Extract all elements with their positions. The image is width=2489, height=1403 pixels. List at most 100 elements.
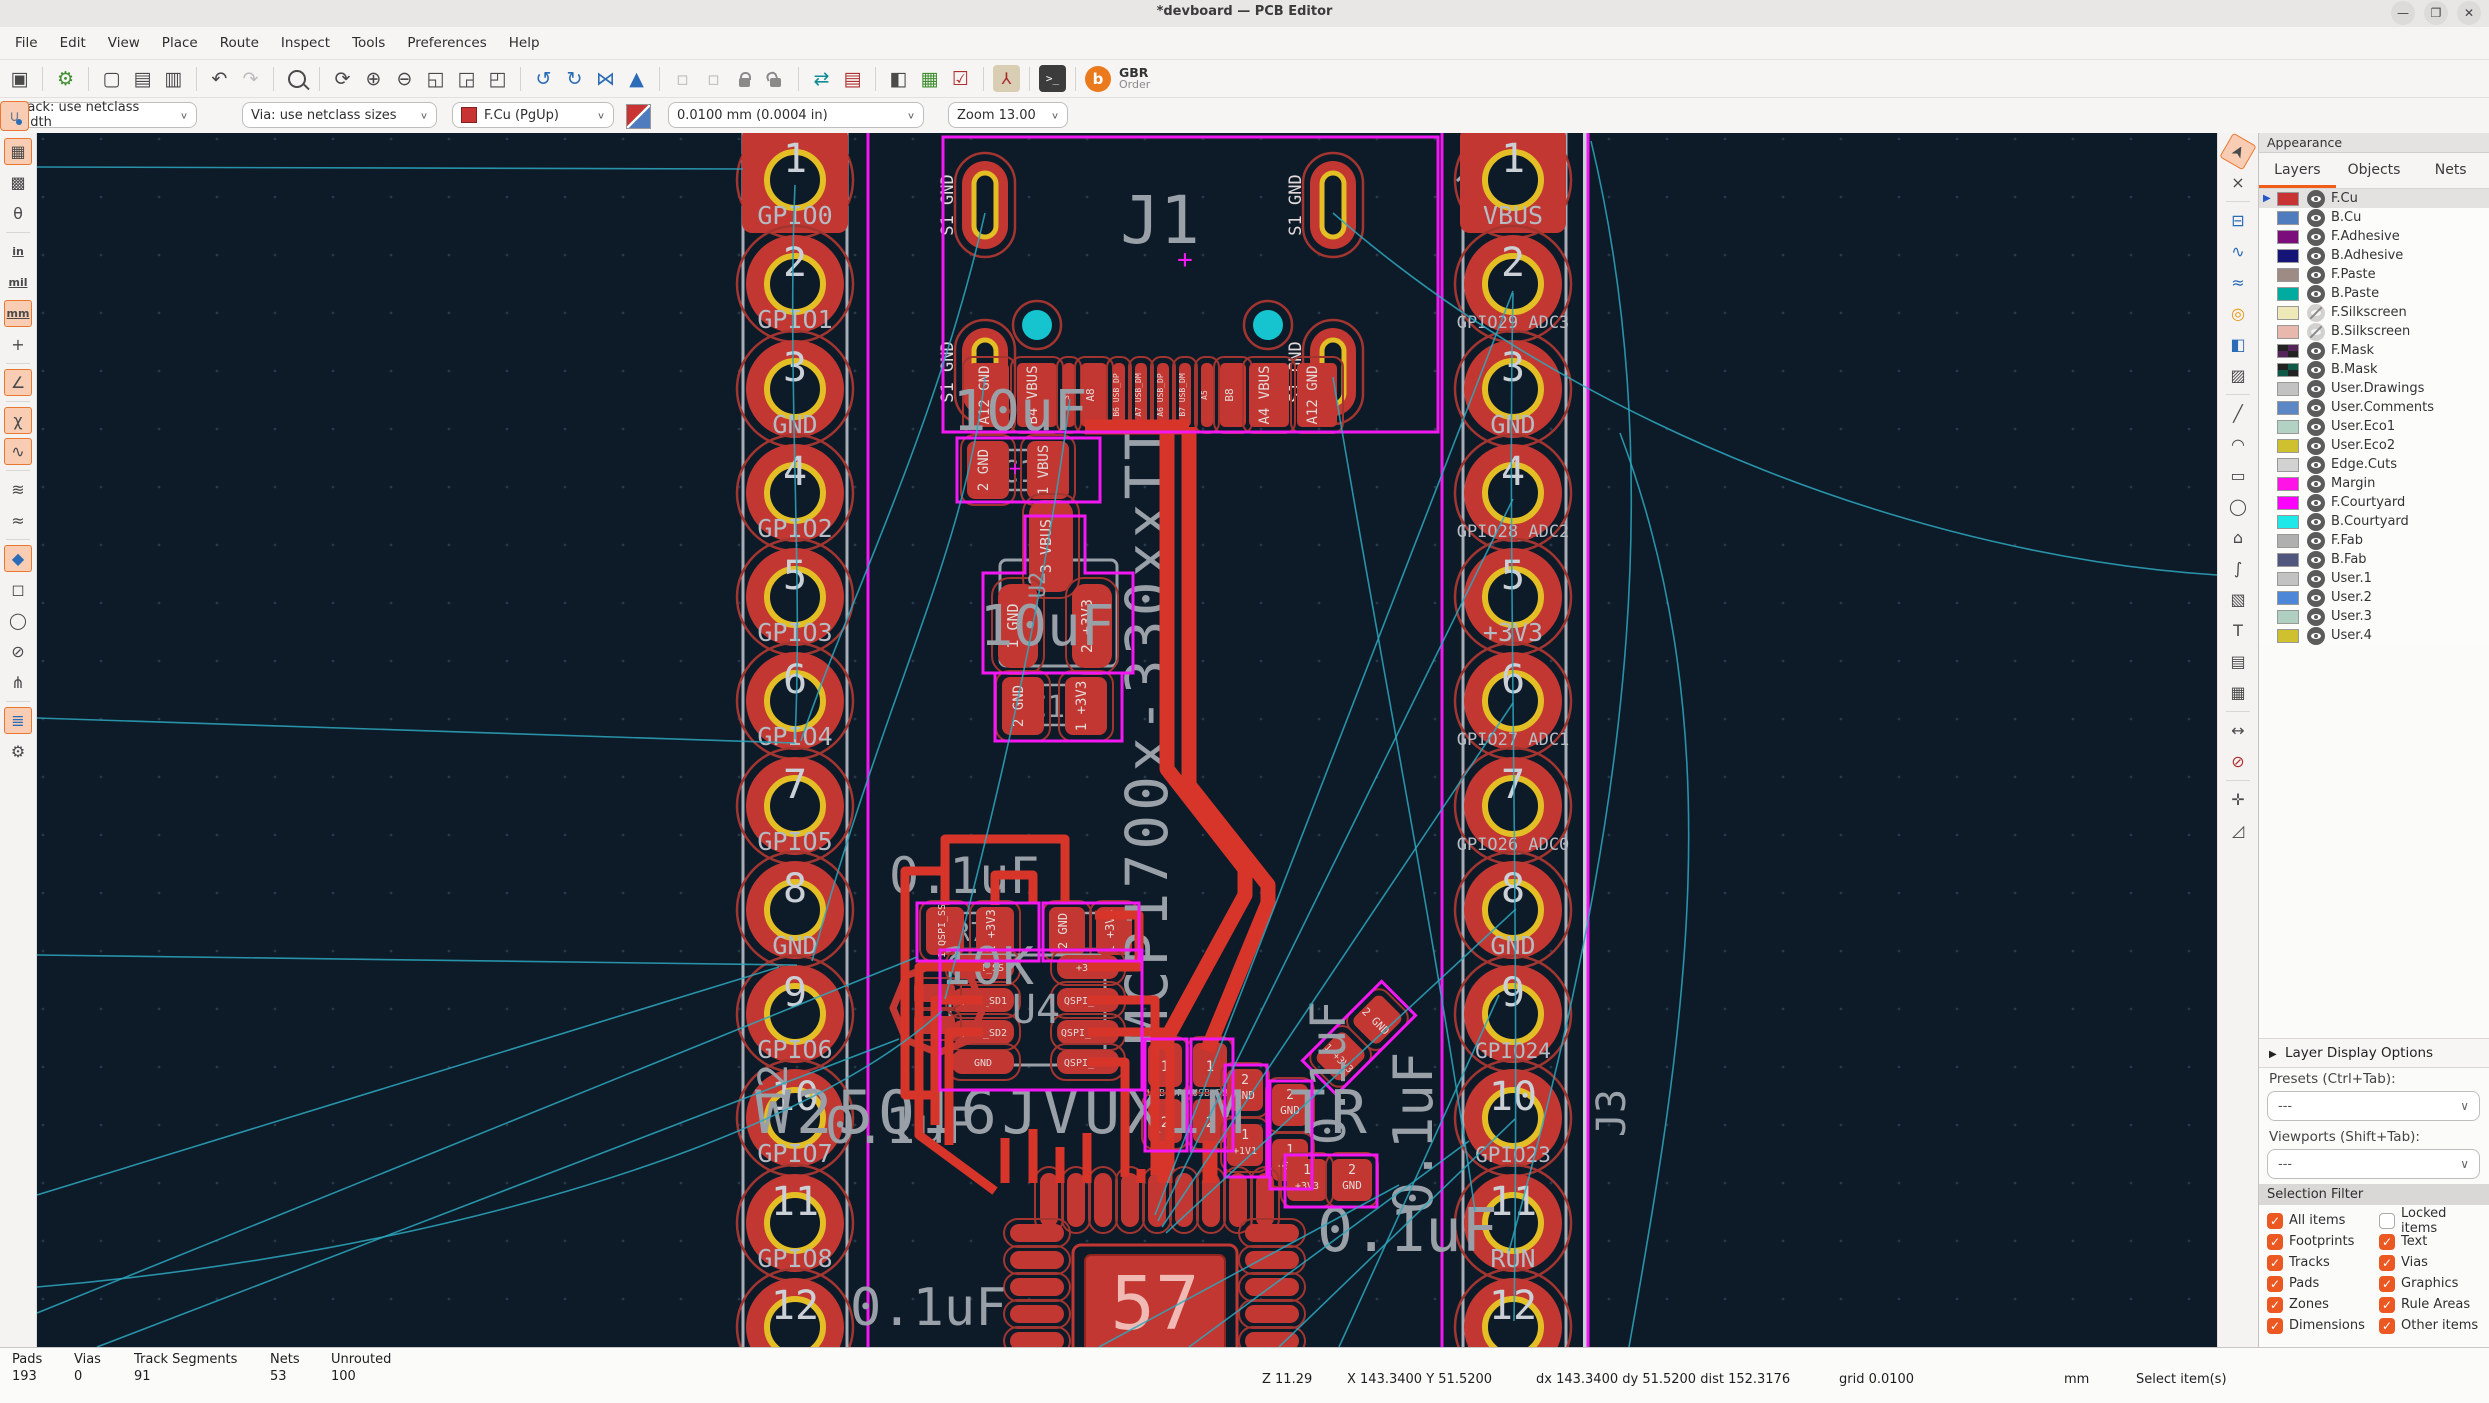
- layer-row-user-2[interactable]: User.2: [2259, 588, 2489, 607]
- menu-help[interactable]: Help: [498, 27, 551, 59]
- local-settings-icon[interactable]: ⚙: [4, 738, 32, 765]
- layer-visibility-icon[interactable]: [2307, 285, 2325, 303]
- pcb-text[interactable]: 0.1uF: [850, 1278, 1007, 1338]
- sketch-tracks-icon[interactable]: ⋔: [4, 669, 32, 696]
- pcb-text[interactable]: GND: [1342, 1179, 1362, 1192]
- layer-color-swatch[interactable]: [2277, 192, 2299, 206]
- ungroup-icon[interactable]: ▫: [700, 65, 727, 92]
- sketch-pads-icon[interactable]: ◯: [4, 607, 32, 634]
- pcb-text[interactable]: 1 +3V3: [1074, 681, 1090, 732]
- menu-view[interactable]: View: [97, 27, 151, 59]
- layer-color-swatch[interactable]: [2277, 572, 2299, 586]
- filter-locked-items[interactable]: ✓Locked items: [2379, 1210, 2485, 1231]
- pcb-text[interactable]: 12: [771, 1283, 819, 1329]
- filter-graphics[interactable]: ✓Graphics: [2379, 1273, 2485, 1294]
- layer-row-f-cu[interactable]: ▶F.Cu: [2259, 189, 2489, 208]
- layer-row-user-drawings[interactable]: User.Drawings: [2259, 379, 2489, 398]
- filter-vias[interactable]: ✓Vias: [2379, 1252, 2485, 1273]
- polar-coordinates-icon[interactable]: θ: [4, 200, 32, 227]
- pcb-text[interactable]: 5: [783, 553, 807, 599]
- checkbox-icon[interactable]: ✓: [2379, 1255, 2395, 1271]
- pcb-text[interactable]: 12: [1489, 1283, 1537, 1329]
- minimize-icon[interactable]: —: [2391, 1, 2415, 25]
- draw-rectangle-icon[interactable]: ▭: [2224, 462, 2252, 489]
- pcb-text[interactable]: 3 VBUS: [1037, 519, 1055, 573]
- layer-row-b-silkscreen[interactable]: B.Silkscreen: [2259, 322, 2489, 341]
- layer-row-f-mask[interactable]: F.Mask: [2259, 341, 2489, 360]
- pcb-text[interactable]: 5: [1501, 553, 1525, 599]
- menu-edit[interactable]: Edit: [49, 27, 97, 59]
- add-via-icon[interactable]: ◎: [2224, 300, 2252, 327]
- qfn-pad[interactable]: [1121, 1173, 1139, 1227]
- layer-color-swatch[interactable]: [2277, 325, 2299, 339]
- layer-color-swatch[interactable]: [2277, 211, 2299, 225]
- layer-visibility-icon[interactable]: [2307, 494, 2325, 512]
- pcb-text[interactable]: 8: [783, 866, 807, 912]
- qfn-pad[interactable]: [1010, 1251, 1064, 1269]
- layer-color-swatch[interactable]: [2277, 477, 2299, 491]
- layer-color-swatch[interactable]: [2277, 230, 2299, 244]
- layer-row-user-4[interactable]: User.4: [2259, 626, 2489, 645]
- layer-visibility-icon[interactable]: [2307, 190, 2325, 208]
- pcb-text[interactable]: 0.1uF: [1301, 1001, 1357, 1146]
- layer-pair-icon[interactable]: [626, 104, 651, 129]
- restore-icon[interactable]: ❐: [2424, 1, 2448, 25]
- draw-line-icon[interactable]: ╱: [2224, 400, 2252, 427]
- track-posture-button[interactable]: ∪: [0, 101, 29, 131]
- zoom-selection-icon[interactable]: ◰: [484, 65, 511, 92]
- tab-layers[interactable]: Layers: [2259, 153, 2336, 188]
- add-textbox-icon[interactable]: ▤: [2224, 648, 2252, 675]
- checkbox-icon[interactable]: ✓: [2267, 1276, 2283, 1292]
- layer-row-user-comments[interactable]: User.Comments: [2259, 398, 2489, 417]
- plot-icon[interactable]: ▥: [160, 65, 187, 92]
- layer-visibility-icon[interactable]: [2307, 570, 2325, 588]
- rotate-ccw-icon[interactable]: ↺: [530, 65, 557, 92]
- high-contrast-mode-icon[interactable]: ≣: [4, 707, 32, 734]
- qfn-pad[interactable]: [1245, 1278, 1299, 1296]
- layer-display-options[interactable]: ▶ Layer Display Options: [2259, 1038, 2489, 1068]
- layer-visibility-icon[interactable]: [2307, 418, 2325, 436]
- rule-area-icon[interactable]: ▨: [2224, 362, 2252, 389]
- pcb-text[interactable]: 1 VBUS: [1036, 445, 1052, 496]
- zoom-in-icon[interactable]: ⊕: [360, 65, 387, 92]
- pcb-text[interactable]: GND: [974, 1058, 992, 1069]
- layer-row-f-fab[interactable]: F.Fab: [2259, 531, 2489, 550]
- footprint-library-icon[interactable]: ▤: [839, 65, 866, 92]
- ratsnest-curved-icon[interactable]: ∿: [4, 438, 32, 465]
- pcb-text[interactable]: 7: [783, 762, 807, 808]
- menu-file[interactable]: File: [4, 27, 49, 59]
- layer-visibility-icon[interactable]: [2307, 475, 2325, 493]
- layer-color-swatch[interactable]: [2277, 382, 2299, 396]
- track-width-select[interactable]: Track: use netclass width∨: [7, 102, 197, 128]
- pcb-text[interactable]: A4 VBUS: [1257, 365, 1273, 424]
- save-icon[interactable]: ▣: [6, 65, 33, 92]
- close-icon[interactable]: ✕: [2457, 1, 2481, 25]
- menu-place[interactable]: Place: [151, 27, 209, 59]
- pcb-text[interactable]: 6: [783, 657, 807, 703]
- scripting-console-icon[interactable]: >_: [1039, 65, 1066, 92]
- layer-visibility-icon[interactable]: [2307, 247, 2325, 265]
- layer-visibility-icon[interactable]: [2307, 228, 2325, 246]
- checkbox-icon[interactable]: ✓: [2379, 1213, 2395, 1229]
- grid-overrides-icon[interactable]: ▩: [4, 169, 32, 196]
- pcb-text[interactable]: A12 GND: [1305, 365, 1321, 424]
- layer-color-swatch[interactable]: [2277, 420, 2299, 434]
- layer-visibility-icon[interactable]: [2307, 361, 2325, 379]
- layer-visibility-icon[interactable]: [2307, 589, 2325, 607]
- pcb-canvas[interactable]: 1GPIO02GPIO13GND4GPIO25GPIO36GPIO47GPIO5…: [37, 133, 2217, 1347]
- zone-outline-mode-icon[interactable]: ◻: [4, 576, 32, 603]
- pcb-text[interactable]: J2: [751, 1064, 797, 1112]
- filter-zones[interactable]: ✓Zones: [2267, 1294, 2379, 1315]
- lock-icon[interactable]: [731, 65, 758, 92]
- net-dim-mode-icon[interactable]: ≈: [4, 507, 32, 534]
- menu-route[interactable]: Route: [209, 27, 270, 59]
- pcb-text[interactable]: 1: [783, 136, 807, 182]
- net-color-mode-icon[interactable]: ≋: [4, 476, 32, 503]
- layer-color-swatch[interactable]: [2277, 401, 2299, 415]
- pcb-text[interactable]: B6 USB_DP: [1112, 373, 1121, 417]
- layer-color-swatch[interactable]: [2277, 496, 2299, 510]
- layer-visibility-icon[interactable]: [2307, 513, 2325, 531]
- layer-color-swatch[interactable]: [2277, 287, 2299, 301]
- grid-size-select[interactable]: 0.0100 mm (0.0004 in)∨: [668, 102, 924, 128]
- layer-row-margin[interactable]: Margin: [2259, 474, 2489, 493]
